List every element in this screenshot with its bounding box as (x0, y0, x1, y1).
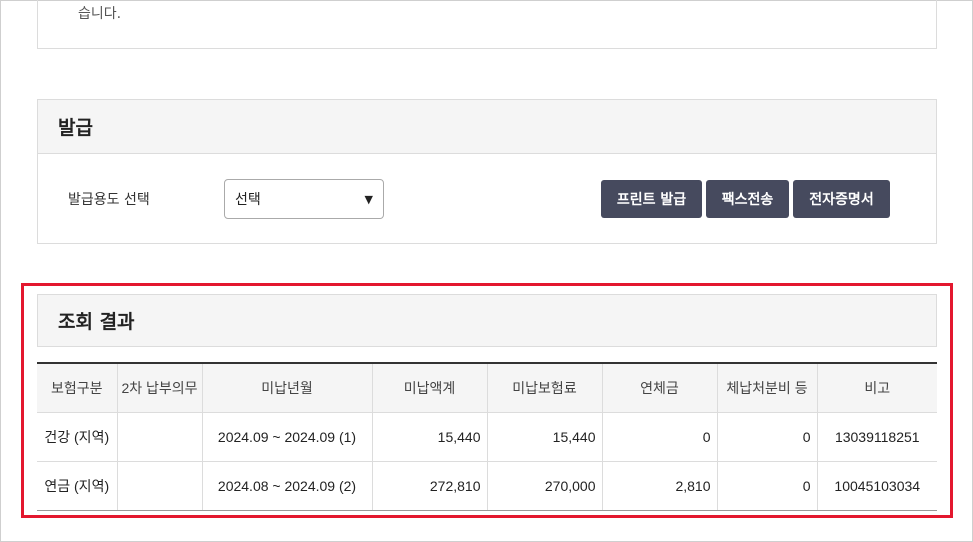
cell-total: 15,440 (372, 412, 488, 462)
purpose-label: 발급용도 선택 (68, 192, 150, 208)
cell-note: 13039118251 (817, 412, 937, 462)
cell-premium: 270,000 (487, 461, 603, 511)
cell-late-fee: 0 (602, 412, 718, 462)
result-table: 보험구분 2차 납부의무 미납년월 미납액계 미납보험료 연체금 체납처분비 등… (37, 362, 937, 511)
table-header-row: 보험구분 2차 납부의무 미납년월 미납액계 미납보험료 연체금 체납처분비 등… (37, 363, 937, 413)
issue-section: 발급 발급용도 선택 선택 ▼ 프린트 발급 팩스전송 전자증명서 (37, 99, 937, 244)
cell-disposition: 0 (717, 412, 818, 462)
fax-send-button[interactable]: 팩스전송 (706, 180, 789, 218)
col-header: 보험구분 (37, 363, 118, 413)
cell-note: 10045103034 (817, 461, 937, 511)
cell-period: 2024.09 ~ 2024.09 (1) (202, 412, 373, 462)
print-issue-button[interactable]: 프린트 발급 (601, 180, 702, 218)
e-certificate-button[interactable]: 전자증명서 (793, 180, 890, 218)
col-header: 체납처분비 등 (717, 363, 818, 413)
col-header: 2차 납부의무 (117, 363, 203, 413)
cell-premium: 15,440 (487, 412, 603, 462)
col-header: 미납보험료 (487, 363, 603, 413)
col-header: 미납년월 (202, 363, 373, 413)
table-row: 연금 (지역) 2024.08 ~ 2024.09 (2) 272,810 27… (37, 461, 937, 511)
chevron-down-icon: ▼ (364, 192, 373, 206)
cell-type: 연금 (지역) (37, 461, 118, 511)
notice-box: 습니다. (37, 0, 937, 49)
cell-secondary (117, 461, 203, 511)
table-row: 건강 (지역) 2024.09 ~ 2024.09 (1) 15,440 15,… (37, 412, 937, 462)
cell-late-fee: 2,810 (602, 461, 718, 511)
purpose-select[interactable]: 선택 ▼ (224, 179, 384, 219)
cell-type: 건강 (지역) (37, 412, 118, 462)
issue-title: 발급 (38, 100, 936, 154)
col-header: 연체금 (602, 363, 718, 413)
cell-period: 2024.08 ~ 2024.09 (2) (202, 461, 373, 511)
notice-text: 습니다. (78, 6, 122, 22)
col-header: 미납액계 (372, 363, 488, 413)
cell-secondary (117, 412, 203, 462)
purpose-select-value: 선택 (235, 192, 261, 208)
result-title: 조회 결과 (37, 294, 937, 347)
cell-disposition: 0 (717, 461, 818, 511)
cell-total: 272,810 (372, 461, 488, 511)
col-header: 비고 (817, 363, 937, 413)
